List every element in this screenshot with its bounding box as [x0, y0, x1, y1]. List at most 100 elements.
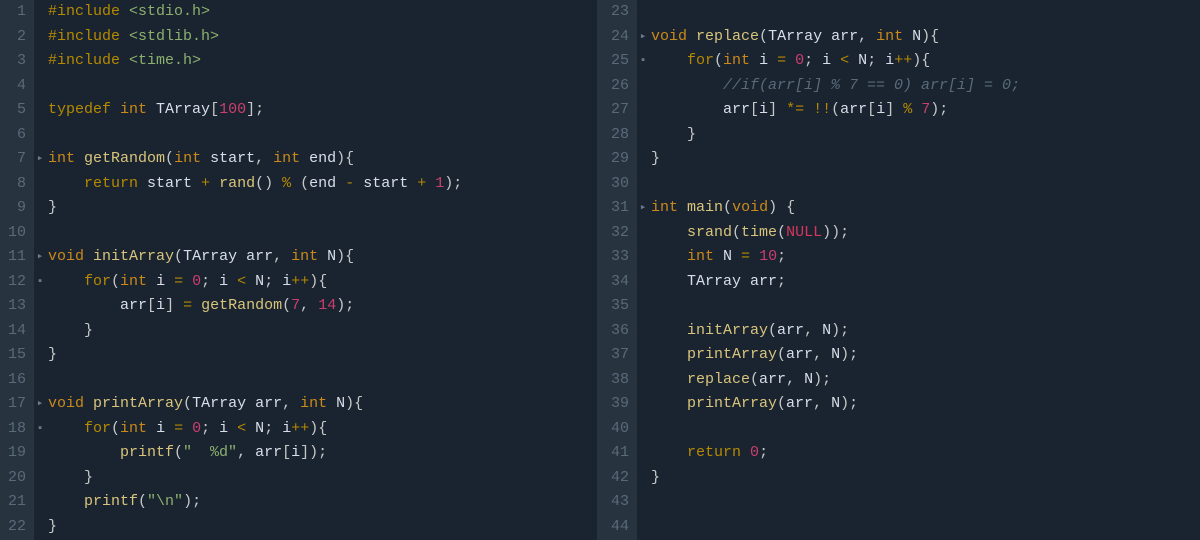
token-pu: ]: [165, 297, 174, 314]
token-fn: replace: [696, 28, 759, 45]
code-line[interactable]: [48, 74, 597, 99]
code-line[interactable]: arr[i] *= !!(arr[i] % 7);: [651, 98, 1200, 123]
code-line[interactable]: //if(arr[i] % 7 == 0) arr[i] = 0;: [651, 74, 1200, 99]
code-area-left[interactable]: #include <stdio.h>#include <stdlib.h>#in…: [46, 0, 597, 540]
token-fn: time: [741, 224, 777, 241]
code-line[interactable]: printArray(arr, N);: [651, 343, 1200, 368]
code-line[interactable]: }: [48, 343, 597, 368]
code-line[interactable]: TArray arr;: [651, 270, 1200, 295]
token-i: i: [210, 420, 237, 437]
code-line[interactable]: [48, 221, 597, 246]
code-line[interactable]: for(int i = 0; i < N; i++){: [48, 270, 597, 295]
code-line[interactable]: [651, 172, 1200, 197]
token-ty: void: [48, 248, 84, 265]
code-line[interactable]: for(int i = 0; i < N; i++){: [48, 417, 597, 442]
code-line[interactable]: [651, 0, 1200, 25]
token-pu: {: [354, 395, 363, 412]
code-line[interactable]: void initArray(TArray arr, int N){: [48, 245, 597, 270]
fold-marker[interactable]: ▪: [637, 49, 649, 74]
token-pu: ,: [273, 248, 282, 265]
code-line[interactable]: printArray(arr, N);: [651, 392, 1200, 417]
token-i: i: [813, 52, 840, 69]
fold-marker[interactable]: ▪: [34, 417, 46, 442]
code-line[interactable]: #include <stdlib.h>: [48, 25, 597, 50]
line-number: 6: [6, 123, 26, 148]
line-number: 43: [609, 490, 629, 515]
token-pu: (: [831, 101, 840, 118]
code-line[interactable]: void printArray(TArray arr, int N){: [48, 392, 597, 417]
code-line[interactable]: }: [48, 196, 597, 221]
line-number: 35: [609, 294, 629, 319]
token-i: start: [354, 175, 417, 192]
code-line[interactable]: initArray(arr, N);: [651, 319, 1200, 344]
token-op: =: [174, 273, 183, 290]
code-line[interactable]: srand(time(NULL));: [651, 221, 1200, 246]
fold-marker[interactable]: ▪: [34, 270, 46, 295]
fold-column-left[interactable]: ▸▸▪▸▪: [34, 0, 46, 540]
token-i: [651, 346, 687, 363]
fold-marker[interactable]: ▸: [34, 392, 46, 417]
token-ty: int: [120, 420, 147, 437]
code-line[interactable]: for(int i = 0; i < N; i++){: [651, 49, 1200, 74]
token-ty: int: [687, 248, 714, 265]
code-area-right[interactable]: void replace(TArray arr, int N){ for(int…: [649, 0, 1200, 540]
code-line[interactable]: return start + rand() % (end - start + 1…: [48, 172, 597, 197]
fold-marker[interactable]: ▸: [34, 147, 46, 172]
line-number: 42: [609, 466, 629, 491]
token-pu: (: [777, 224, 786, 241]
code-line[interactable]: [651, 417, 1200, 442]
code-line[interactable]: [48, 368, 597, 393]
code-line[interactable]: arr[i] = getRandom(7, 14);: [48, 294, 597, 319]
token-pu: }: [687, 126, 696, 143]
token-i: [111, 101, 120, 118]
code-line[interactable]: }: [48, 515, 597, 540]
code-line[interactable]: [651, 294, 1200, 319]
code-line[interactable]: #include <time.h>: [48, 49, 597, 74]
code-line[interactable]: return 0;: [651, 441, 1200, 466]
fold-marker[interactable]: ▸: [637, 196, 649, 221]
editor-pane-right[interactable]: 2324252627282930313233343536373839404142…: [603, 0, 1200, 540]
fold-marker[interactable]: ▸: [34, 245, 46, 270]
code-line[interactable]: }: [651, 466, 1200, 491]
token-i: [678, 199, 687, 216]
code-line[interactable]: #include <stdio.h>: [48, 0, 597, 25]
code-line[interactable]: [48, 123, 597, 148]
fold-marker[interactable]: ▸: [637, 25, 649, 50]
token-i: N: [246, 420, 264, 437]
token-i: [120, 3, 129, 20]
code-line[interactable]: [651, 515, 1200, 540]
fold-marker: [637, 74, 649, 99]
code-line[interactable]: int getRandom(int start, int end){: [48, 147, 597, 172]
code-line[interactable]: printf("\n");: [48, 490, 597, 515]
token-pu: }: [48, 346, 57, 363]
token-pu: {: [318, 273, 327, 290]
code-line[interactable]: void replace(TArray arr, int N){: [651, 25, 1200, 50]
code-line[interactable]: [651, 490, 1200, 515]
token-pu: ;: [192, 493, 201, 510]
token-i: arr: [246, 444, 282, 461]
token-pu: ,: [813, 395, 822, 412]
token-op: +: [201, 175, 210, 192]
code-line[interactable]: int main(void) {: [651, 196, 1200, 221]
code-line[interactable]: }: [48, 466, 597, 491]
code-line[interactable]: }: [651, 147, 1200, 172]
code-line[interactable]: printf(" %d", arr[i]);: [48, 441, 597, 466]
code-line[interactable]: typedef int TArray[100];: [48, 98, 597, 123]
line-number: 5: [6, 98, 26, 123]
line-number: 40: [609, 417, 629, 442]
token-i: i: [759, 101, 768, 118]
code-line[interactable]: replace(arr, N);: [651, 368, 1200, 393]
token-i: arr: [759, 371, 786, 388]
code-line[interactable]: }: [48, 319, 597, 344]
token-pu: (: [300, 175, 309, 192]
editor-pane-left[interactable]: 12345678910111213141516171819202122 ▸▸▪▸…: [0, 0, 597, 540]
code-line[interactable]: int N = 10;: [651, 245, 1200, 270]
token-i: N: [822, 346, 840, 363]
fold-column-right[interactable]: ▸▪▸: [637, 0, 649, 540]
code-line[interactable]: }: [651, 123, 1200, 148]
token-op: %: [282, 175, 291, 192]
token-kw: for: [84, 420, 111, 437]
token-i: i: [291, 444, 300, 461]
fold-marker: [34, 441, 46, 466]
token-pu: ;: [840, 224, 849, 241]
